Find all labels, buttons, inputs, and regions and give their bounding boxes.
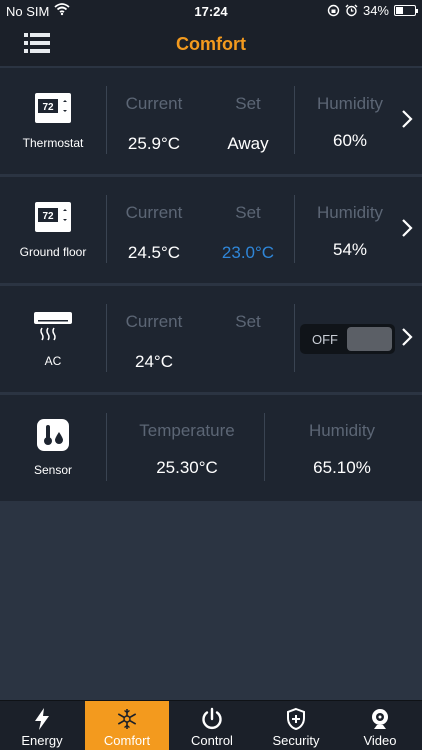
- device-card-thermostat[interactable]: 72 Thermostat Current Set 25.9°C Away Hu…: [0, 68, 422, 174]
- chevron-right-icon[interactable]: [400, 326, 414, 348]
- set-temperature[interactable]: 23.0°C: [206, 243, 290, 263]
- svg-text:72: 72: [42, 211, 54, 222]
- toggle-state-label: OFF: [312, 332, 338, 347]
- divider: [294, 86, 295, 154]
- humidity-value: 65.10%: [313, 458, 371, 477]
- toggle-knob: [347, 327, 392, 351]
- battery-percent: 34%: [362, 3, 389, 18]
- device-info: Sensor: [0, 395, 106, 501]
- chevron-right-icon[interactable]: [400, 108, 414, 130]
- ac-power-toggle[interactable]: OFF: [300, 324, 395, 354]
- nav-header: Comfort: [0, 22, 422, 66]
- divider: [106, 86, 107, 154]
- temperature-label: Temperature: [139, 421, 235, 440]
- tab-label: Video: [363, 733, 397, 748]
- tab-label: Energy: [21, 733, 63, 748]
- tab-comfort[interactable]: Comfort: [85, 701, 169, 750]
- air-conditioner-icon: [34, 312, 72, 341]
- thermostat-icon: 72: [35, 202, 71, 232]
- divider: [106, 304, 107, 372]
- device-info: AC: [0, 286, 106, 392]
- current-temperature: 24.5°C: [127, 243, 181, 262]
- divider: [106, 413, 107, 481]
- current-label: Current: [125, 203, 183, 222]
- divider: [294, 195, 295, 263]
- device-name: Thermostat: [22, 136, 84, 150]
- device-info: 72 Ground floor: [0, 177, 106, 283]
- tab-video[interactable]: Video: [338, 701, 422, 750]
- rotation-lock-icon: [327, 4, 340, 17]
- bolt-icon: [35, 708, 49, 730]
- humidity-value: 54%: [332, 240, 368, 259]
- divider: [264, 413, 265, 481]
- current-label: Current: [125, 94, 183, 113]
- humidity-label: Humidity: [308, 421, 376, 440]
- device-name: Sensor: [33, 463, 73, 477]
- device-card-sensor[interactable]: Sensor Temperature 25.30°C Humidity 65.1…: [0, 395, 422, 501]
- set-label: Set: [235, 94, 261, 113]
- device-name: AC: [44, 354, 62, 368]
- humidity-value: 60%: [332, 131, 368, 150]
- current-temperature: 25.9°C: [127, 134, 181, 153]
- temperature-humidity-sensor-icon: [37, 419, 69, 451]
- device-card-ac[interactable]: AC Current Set 24°C OFF: [0, 286, 422, 392]
- tab-label: Comfort: [103, 733, 151, 748]
- set-temperature: Away: [227, 134, 269, 153]
- tab-label: Control: [191, 733, 233, 748]
- chevron-right-icon[interactable]: [400, 217, 414, 239]
- set-label: Set: [235, 203, 261, 222]
- power-icon: [202, 707, 222, 730]
- current-temperature: 24°C: [135, 352, 173, 371]
- menu-list-icon[interactable]: [24, 32, 50, 54]
- tab-bar: Energy Comfort Control Security Video: [0, 700, 422, 750]
- tab-energy[interactable]: Energy: [0, 701, 84, 750]
- divider: [294, 304, 295, 372]
- status-bar: No SIM 17:24 34%: [0, 0, 422, 22]
- alarm-icon: [345, 4, 358, 17]
- temperature-value: 25.30°C: [156, 458, 218, 477]
- shield-icon: [287, 707, 305, 731]
- humidity-label: Humidity: [316, 203, 384, 222]
- tab-control[interactable]: Control: [170, 701, 254, 750]
- divider: [106, 195, 107, 263]
- device-info: 72 Thermostat: [0, 68, 106, 174]
- tab-label: Security: [272, 733, 320, 748]
- humidity-label: Humidity: [316, 94, 384, 113]
- webcam-icon: [372, 709, 388, 729]
- device-card-ground-floor[interactable]: 72 Ground floor Current Set 24.5°C 23.0°…: [0, 177, 422, 283]
- thermostat-icon: 72: [35, 93, 71, 123]
- device-name: Ground floor: [19, 245, 87, 259]
- snow-sun-icon: [117, 709, 137, 729]
- set-label: Set: [235, 312, 261, 331]
- tab-security[interactable]: Security: [254, 701, 338, 750]
- page-title: Comfort: [176, 34, 246, 54]
- svg-text:72: 72: [42, 102, 54, 113]
- battery-icon: [394, 5, 418, 16]
- current-label: Current: [125, 312, 183, 331]
